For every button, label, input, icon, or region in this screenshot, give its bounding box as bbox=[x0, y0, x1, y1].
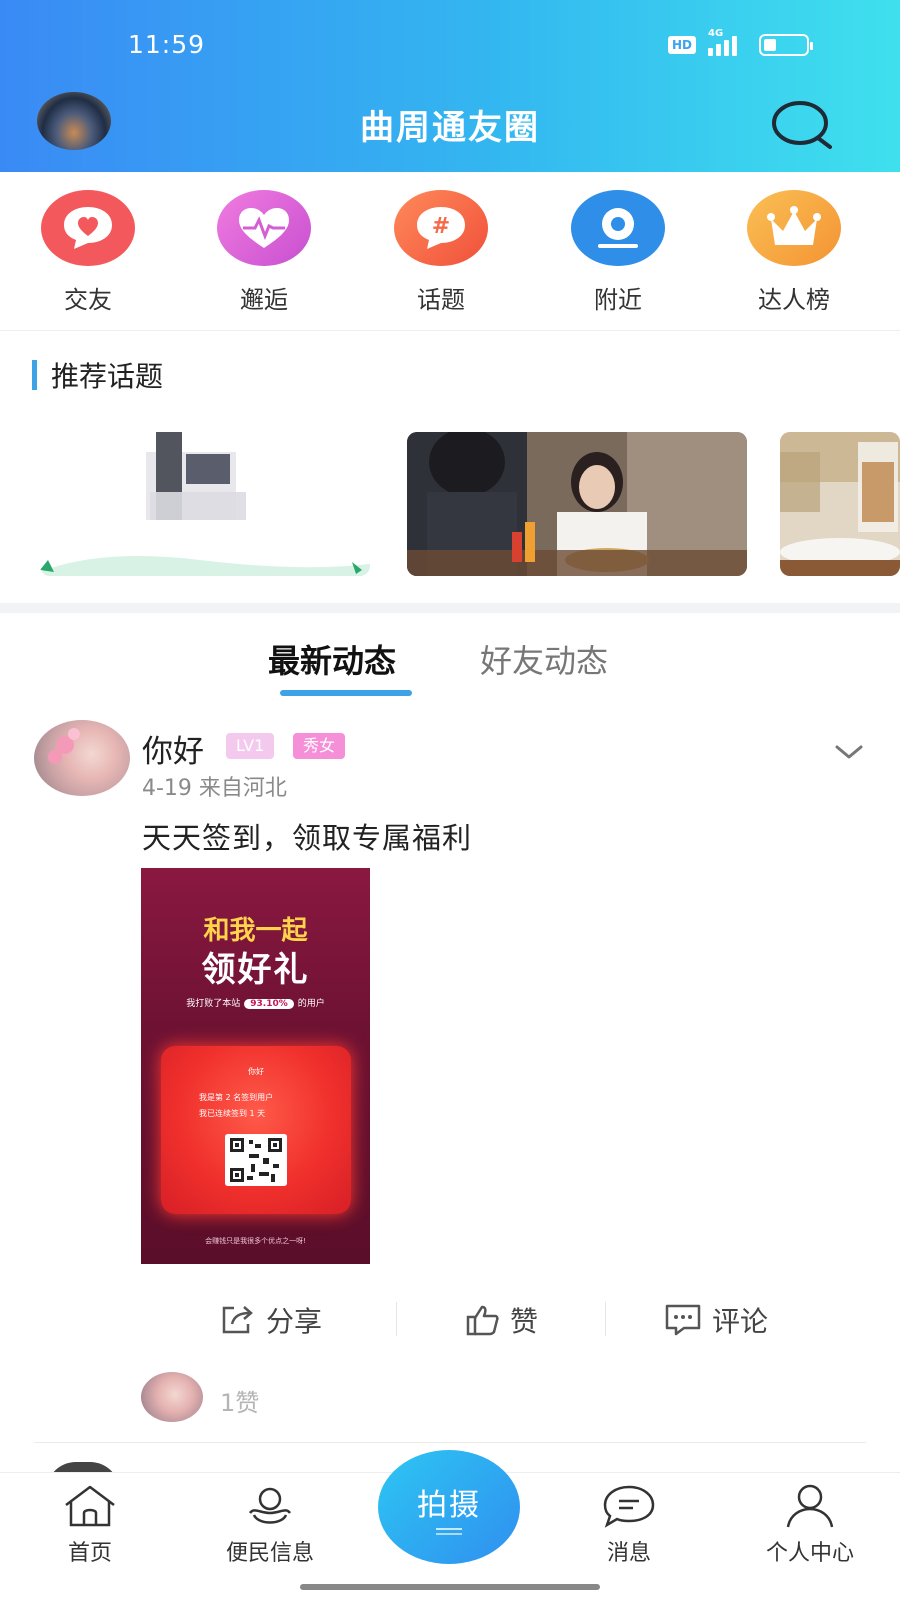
post-image[interactable]: 和我一起 领好礼 我打败了本站 93.10% 的用户 你好 我是第 2 名签到用户 … bbox=[141, 868, 370, 1264]
topic-image-dining bbox=[407, 432, 747, 576]
post-author-name[interactable]: 你好 bbox=[142, 726, 204, 771]
nav-messages-label: 消息 bbox=[606, 1541, 651, 1566]
share-icon bbox=[222, 1306, 253, 1334]
divider bbox=[0, 330, 900, 331]
shoot-underline-icon bbox=[436, 1528, 462, 1530]
qr-code-icon bbox=[225, 1134, 287, 1186]
level-badge: LV1 bbox=[226, 733, 275, 759]
poster-card: 你好 我是第 2 名签到用户 我已连续签到 1 天 bbox=[161, 1046, 351, 1214]
nav-profile[interactable]: 个人中心 bbox=[740, 1483, 880, 1567]
poster-rank: 我打败了本站 93.10% 的用户 bbox=[141, 996, 370, 1009]
section-title-text: 推荐话题 bbox=[51, 360, 164, 393]
like-button[interactable]: 赞 bbox=[466, 1300, 538, 1340]
category-topics[interactable]: # 话题 bbox=[381, 190, 501, 315]
network-type: 4G bbox=[708, 28, 724, 39]
section-accent-bar bbox=[32, 360, 37, 390]
action-separator bbox=[396, 1302, 397, 1336]
title-badge: 秀女 bbox=[293, 733, 346, 759]
tab-active-indicator bbox=[280, 690, 412, 696]
nav-info-label: 便民信息 bbox=[225, 1541, 314, 1566]
section-separator bbox=[0, 603, 900, 613]
heart-pulse-icon bbox=[217, 190, 311, 266]
topic-card-1[interactable] bbox=[40, 432, 370, 576]
category-label: 邂逅 bbox=[240, 286, 288, 314]
shoot-label: 拍摄 bbox=[417, 1488, 481, 1523]
topic-image-buildings bbox=[40, 432, 370, 576]
hd-badge: HD bbox=[668, 36, 697, 54]
signal-icon: 4G bbox=[708, 28, 738, 56]
search-icon[interactable] bbox=[770, 98, 836, 150]
message-icon bbox=[603, 1485, 655, 1528]
category-label: 话题 bbox=[417, 286, 465, 314]
svg-text:#: # bbox=[432, 214, 450, 239]
topic-image-coffee bbox=[780, 432, 900, 576]
shoot-button[interactable]: 拍摄 bbox=[378, 1450, 520, 1564]
person-icon bbox=[786, 1484, 834, 1528]
poster-card-line: 我已连续签到 1 天 bbox=[199, 1109, 266, 1118]
topic-card-3[interactable] bbox=[780, 432, 900, 576]
nav-profile-label: 个人中心 bbox=[765, 1541, 854, 1566]
nav-info[interactable]: 便民信息 bbox=[200, 1483, 340, 1567]
category-making-friends[interactable]: 交友 bbox=[28, 190, 148, 315]
poster-card-line: 我是第 2 名签到用户 bbox=[199, 1093, 274, 1102]
home-icon bbox=[65, 1485, 115, 1527]
liker-avatar[interactable] bbox=[141, 1372, 203, 1422]
status-time: 11:59 bbox=[128, 30, 206, 59]
post-author-avatar[interactable] bbox=[34, 720, 130, 796]
share-label: 分享 bbox=[266, 1305, 323, 1338]
category-label: 附近 bbox=[594, 286, 642, 314]
battery-icon bbox=[759, 34, 814, 56]
page-title: 曲周通友圈 bbox=[360, 108, 540, 148]
chevron-down-icon[interactable] bbox=[834, 742, 864, 762]
home-indicator[interactable] bbox=[300, 1584, 600, 1590]
thumbs-up-icon bbox=[466, 1305, 499, 1336]
location-pin-icon bbox=[571, 190, 665, 266]
share-button[interactable]: 分享 bbox=[220, 1300, 322, 1340]
action-separator bbox=[605, 1302, 606, 1336]
poster-subheadline: 领好礼 bbox=[201, 950, 310, 990]
like-count: 1赞 bbox=[220, 1389, 260, 1417]
category-encounter[interactable]: 邂逅 bbox=[204, 190, 324, 315]
category-nearby[interactable]: 附近 bbox=[558, 190, 678, 315]
hashtag-icon: # bbox=[394, 190, 488, 266]
service-icon bbox=[248, 1487, 292, 1524]
comment-button[interactable]: 评论 bbox=[664, 1300, 768, 1340]
comment-icon bbox=[665, 1304, 701, 1336]
tab-latest[interactable]: 最新动态 bbox=[268, 636, 396, 682]
app-header: 11:59 HD 4G 曲周通友圈 bbox=[0, 0, 900, 172]
topic-card-2[interactable] bbox=[407, 432, 747, 576]
category-label: 交友 bbox=[64, 286, 112, 314]
post-divider bbox=[34, 1442, 866, 1443]
category-ranking[interactable]: 达人榜 bbox=[734, 190, 854, 315]
heart-chat-icon bbox=[41, 190, 135, 266]
nav-home[interactable]: 首页 bbox=[20, 1483, 160, 1567]
category-row: 交友 邂逅 # 话题 附近 达人榜 bbox=[0, 172, 900, 330]
nav-home-label: 首页 bbox=[67, 1541, 112, 1566]
poster-footer: 会赚钱只是我很多个优点之一呀! bbox=[205, 1237, 306, 1245]
poster-card-name: 你好 bbox=[248, 1067, 264, 1076]
category-label: 达人榜 bbox=[758, 286, 830, 314]
poster-rank-prefix: 我打败了本站 bbox=[186, 999, 241, 1009]
poster-rank-value: 93.10% bbox=[244, 999, 294, 1009]
status-icons: HD 4G bbox=[668, 28, 814, 56]
poster-rank-suffix: 的用户 bbox=[297, 999, 325, 1009]
tab-friends[interactable]: 好友动态 bbox=[480, 636, 608, 682]
post-meta: 4-19 来自河北 bbox=[142, 776, 287, 801]
like-label: 赞 bbox=[510, 1305, 539, 1338]
crown-icon bbox=[747, 190, 841, 266]
section-title: 推荐话题 bbox=[32, 360, 163, 393]
nav-messages[interactable]: 消息 bbox=[559, 1483, 699, 1567]
comment-label: 评论 bbox=[712, 1305, 769, 1338]
post-content: 天天签到，领取专属福利 bbox=[142, 821, 473, 855]
